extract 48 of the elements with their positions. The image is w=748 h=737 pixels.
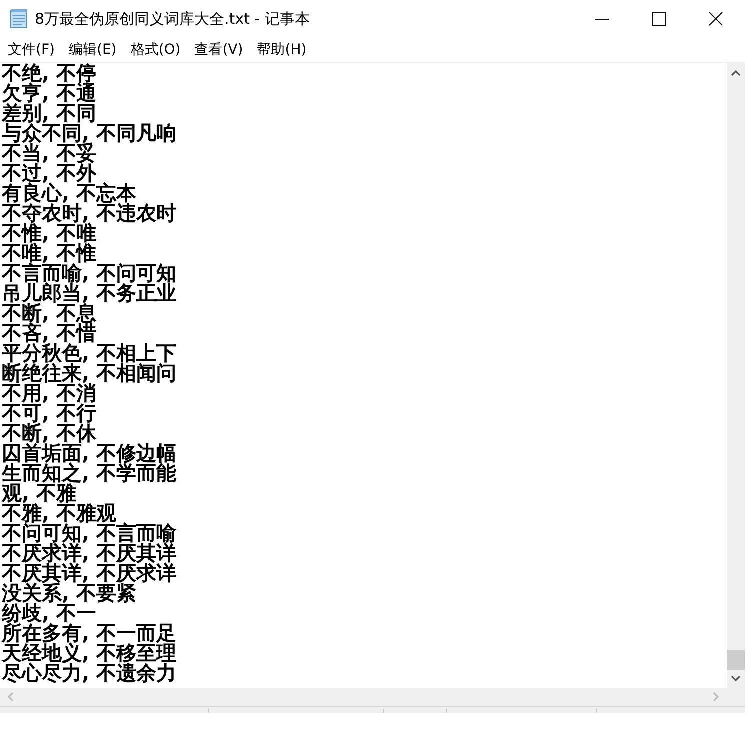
vertical-scrollbar[interactable] <box>727 63 745 688</box>
text-line: 不厌求详, 不厌其详 <box>2 543 177 563</box>
text-line: 有良心, 不忘本 <box>2 183 137 203</box>
text-line: 纷歧, 不一 <box>2 603 97 623</box>
text-line: 平分秋色, 不相上下 <box>2 343 177 363</box>
notepad-icon <box>10 9 28 29</box>
text-line: 不过, 不外 <box>2 163 97 183</box>
text-line: 吊儿郎当, 不务正业 <box>2 283 177 303</box>
scroll-down-icon[interactable] <box>731 676 741 682</box>
text-line: 不雅, 不雅观 <box>2 503 117 523</box>
menu-item[interactable]: 格式(O) <box>130 41 181 59</box>
text-line: 不可, 不行 <box>2 403 97 423</box>
minimize-icon <box>594 18 608 20</box>
menu-item[interactable]: 文件(F) <box>8 41 55 59</box>
text-line: 差别, 不同 <box>2 103 97 123</box>
text-line: 不吝, 不惜 <box>2 323 97 343</box>
text-line: 不唯, 不惟 <box>2 243 97 263</box>
text-line: 不厌其详, 不厌求详 <box>2 563 177 583</box>
text-line: 断绝往来, 不相闻问 <box>2 363 177 383</box>
scroll-right-icon[interactable] <box>713 692 719 702</box>
text-line: 囚首垢面, 不修边幅 <box>2 443 177 463</box>
text-line: 天经地义, 不移至理 <box>2 643 177 663</box>
text-line: 不惟, 不唯 <box>2 223 97 243</box>
text-line: 不绝, 不停 <box>2 63 97 83</box>
scroll-left-icon[interactable] <box>8 692 14 702</box>
text-line: 没关系, 不要紧 <box>2 583 137 603</box>
text-line: 不言而喻, 不问可知 <box>2 263 177 283</box>
text-line: 不问可知, 不言而喻 <box>2 523 177 543</box>
menu-item[interactable]: 编辑(E) <box>68 41 117 59</box>
window-title: 8万最全伪原创同义词库大全.txt - 记事本 <box>35 10 310 28</box>
close-icon <box>709 12 723 26</box>
menu-item[interactable]: 查看(V) <box>194 41 244 59</box>
text-line: 生而知之, 不学而能 <box>2 463 177 483</box>
text-line: 欠亨, 不通 <box>2 83 97 103</box>
scroll-up-icon[interactable] <box>731 70 741 76</box>
text-line: 不断, 不息 <box>2 303 97 323</box>
scrollbar-thumb[interactable] <box>727 650 745 670</box>
maximize-icon <box>652 12 666 26</box>
text-line: 不用, 不消 <box>2 383 97 403</box>
text-line: 不当, 不妥 <box>2 143 97 163</box>
menu-item[interactable]: 帮助(H) <box>257 41 307 59</box>
text-line: 与众不同, 不同凡响 <box>2 123 177 143</box>
text-line: 所在多有, 不一而足 <box>2 623 177 643</box>
text-line: 不断, 不休 <box>2 423 97 443</box>
text-line: 观, 不雅 <box>2 483 77 503</box>
text-line: 不夺农时, 不违农时 <box>2 203 177 223</box>
horizontal-scrollbar[interactable] <box>0 688 727 706</box>
text-line: 尽心尽力, 不遗余力 <box>2 663 177 683</box>
